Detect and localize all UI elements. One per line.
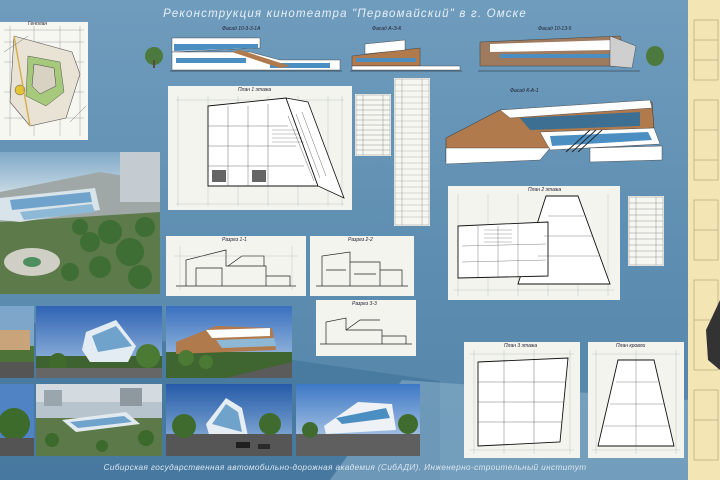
render-image-6	[166, 384, 292, 456]
board-title: Реконструкция кинотеатра "Первомайский" …	[163, 8, 527, 20]
presentation-board: Реконструкция кинотеатра "Первомайский" …	[0, 0, 720, 480]
board-footer: Сибирская государственная автомобильно-д…	[103, 463, 587, 472]
plan-floor3-sheet: План 3 этажа	[464, 342, 580, 458]
render-image-4	[0, 384, 34, 456]
section-1-drawing	[174, 246, 298, 290]
plan-floor2-sheet: План 2 этажа	[448, 186, 620, 300]
explication-table-3	[628, 196, 664, 266]
adjacent-sheet-drawing	[693, 19, 720, 461]
plan-floor1-drawing	[176, 96, 345, 206]
facade-perspective-drawing	[445, 99, 663, 165]
plan-roof-drawing	[592, 350, 680, 454]
render-image-3	[166, 306, 292, 378]
render-image-1	[0, 306, 34, 378]
adjacent-sheet-strip	[688, 0, 720, 480]
plan-floor1-sheet: План 1 этажа	[168, 86, 352, 210]
facade-perspective: Фасад К-А-1	[440, 88, 670, 170]
aerial-render-image	[0, 152, 160, 294]
render-image-7	[296, 384, 420, 456]
genplan-drawing	[3, 26, 87, 136]
facades-drawing	[145, 35, 664, 72]
section-3-sheet: Разрез 3-3	[316, 300, 416, 356]
section-3-drawing	[320, 317, 412, 345]
genplan-sheet: Генплан	[0, 21, 88, 140]
explication-table-1	[355, 94, 391, 156]
section-2-drawing	[316, 251, 408, 287]
facade-strip: Фасад 10-3-3-1А Фасад А-Э-К Фасад 10-13-…	[140, 26, 680, 78]
section-2-sheet: Разрез 2-2	[310, 236, 414, 296]
plan-roof-sheet: План кровли	[588, 342, 684, 458]
plan-floor3-drawing	[470, 350, 574, 454]
explication-table-2	[394, 78, 430, 226]
render-image-5	[36, 384, 162, 456]
section-1-sheet: Разрез 1-1	[166, 236, 306, 296]
plan-floor2-drawing	[454, 194, 614, 296]
render-image-2	[36, 306, 162, 378]
